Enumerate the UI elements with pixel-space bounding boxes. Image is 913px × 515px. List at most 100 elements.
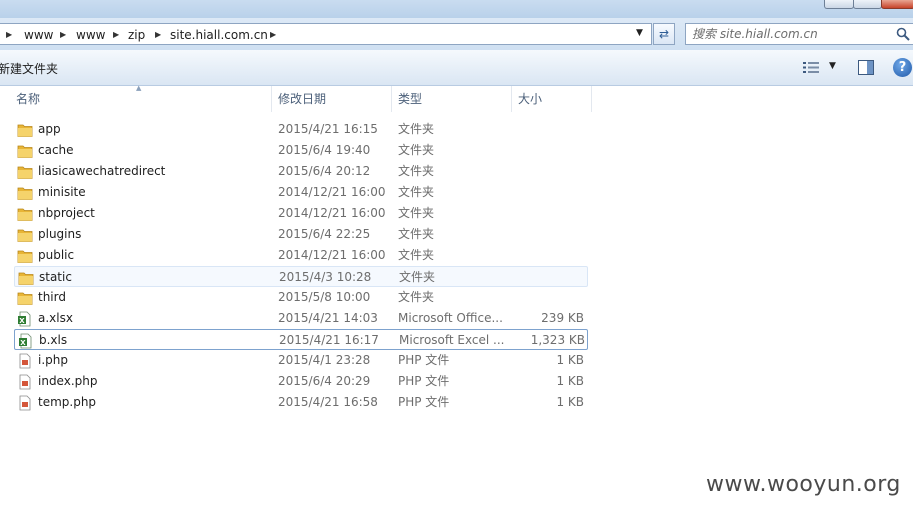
address-history-dropdown-icon[interactable]: ▼ [636, 28, 643, 38]
file-row[interactable]: nbproject 2014/12/21 16:00 文件夹 [14, 203, 588, 224]
svg-text:X: X [20, 339, 26, 347]
file-modified-date: 2015/6/4 22:25 [278, 227, 371, 241]
file-row[interactable]: static 2015/4/3 10:28 文件夹 [14, 266, 588, 287]
php-file-icon [17, 395, 33, 411]
file-row[interactable]: public 2014/12/21 16:00 文件夹 [14, 245, 588, 266]
breadcrumb-arrow-icon[interactable]: ▶ [270, 27, 276, 43]
view-options-icon[interactable] [803, 61, 819, 74]
file-modified-date: 2014/12/21 16:00 [278, 206, 386, 220]
file-row[interactable]: liasicawechatredirect 2015/6/4 20:12 文件夹 [14, 161, 588, 182]
help-icon[interactable]: ? [893, 58, 912, 77]
file-size [508, 245, 584, 266]
file-name: nbproject [38, 206, 95, 220]
svg-text:X: X [19, 317, 25, 325]
folder-icon [17, 248, 33, 264]
file-type: 文件夹 [398, 185, 435, 199]
refresh-icon: ⇄ [658, 27, 670, 41]
sort-ascending-icon: ▲ [136, 84, 142, 92]
folder-icon [17, 290, 33, 306]
file-modified-date: 2015/6/4 20:29 [278, 374, 371, 388]
search-icon[interactable] [896, 27, 910, 41]
file-name: minisite [38, 185, 86, 199]
file-name: temp.php [38, 395, 97, 409]
file-type: 文件夹 [399, 270, 436, 284]
file-size [508, 224, 584, 245]
file-row[interactable]: app 2015/4/21 16:15 文件夹 [14, 119, 588, 140]
file-modified-date: 2015/4/21 14:03 [278, 311, 378, 325]
file-size [508, 203, 584, 224]
breadcrumb-zip[interactable]: zip [128, 27, 145, 43]
php-file-icon [17, 353, 33, 369]
file-row[interactable]: cache 2015/6/4 19:40 文件夹 [14, 140, 588, 161]
file-modified-date: 2015/4/3 10:28 [279, 270, 372, 284]
file-name: cache [38, 143, 74, 157]
file-type: 文件夹 [398, 164, 435, 178]
file-type: 文件夹 [398, 227, 435, 241]
file-row[interactable]: index.php 2015/6/4 20:29 PHP 文件 1 KB [14, 371, 588, 392]
file-modified-date: 2015/6/4 19:40 [278, 143, 371, 157]
command-toolbar: 新建文件夹 ▼ ? [0, 50, 913, 86]
file-type: PHP 文件 [398, 395, 450, 409]
file-row[interactable]: minisite 2014/12/21 16:00 文件夹 [14, 182, 588, 203]
file-type: PHP 文件 [398, 353, 450, 367]
file-row[interactable]: plugins 2015/6/4 22:25 文件夹 [14, 224, 588, 245]
file-modified-date: 2015/4/21 16:17 [279, 333, 379, 347]
file-modified-date: 2014/12/21 16:00 [278, 248, 386, 262]
file-type: Microsoft Office... [398, 311, 503, 325]
folder-icon [17, 185, 33, 201]
file-type: 文件夹 [398, 122, 435, 136]
file-size [508, 119, 584, 140]
breadcrumb-arrow-icon[interactable]: ▶ [60, 27, 66, 43]
file-name: index.php [38, 374, 98, 388]
watermark-text: www.wooyun.org [706, 472, 901, 497]
file-type: PHP 文件 [398, 374, 450, 388]
column-header-size[interactable]: 大小 [512, 86, 592, 112]
excel-file-icon: X [17, 311, 33, 327]
file-size [508, 140, 584, 161]
window-title-bar [0, 0, 913, 18]
breadcrumb-arrow-icon[interactable]: ▶ [6, 27, 12, 43]
file-type: 文件夹 [398, 290, 435, 304]
refresh-button[interactable]: ⇄ [653, 23, 675, 45]
file-row[interactable]: Xa.xlsx 2015/4/21 14:03 Microsoft Office..… [14, 308, 588, 329]
breadcrumb-www-2[interactable]: www [76, 27, 105, 43]
breadcrumb-site[interactable]: site.hiall.com.cn [170, 27, 268, 43]
file-size [509, 267, 585, 288]
file-row[interactable]: i.php 2015/4/1 23:28 PHP 文件 1 KB [14, 350, 588, 371]
file-size: 1 KB [556, 374, 584, 388]
address-bar[interactable]: ▶ www ▶ www ▶ zip ▶ site.hiall.com.cn ▶ … [0, 23, 652, 45]
column-header-date[interactable]: 修改日期 [272, 86, 392, 112]
file-row[interactable]: temp.php 2015/4/21 16:58 PHP 文件 1 KB [14, 392, 588, 413]
search-input[interactable] [692, 26, 892, 42]
breadcrumb-arrow-icon[interactable]: ▶ [155, 27, 161, 43]
folder-icon [17, 143, 33, 159]
breadcrumb-www-1[interactable]: www [24, 27, 53, 43]
file-type: 文件夹 [398, 206, 435, 220]
file-size: 1 KB [556, 395, 584, 409]
file-name: a.xlsx [38, 311, 73, 325]
folder-icon [18, 270, 34, 286]
file-name: b.xls [39, 333, 68, 347]
file-name: third [38, 290, 66, 304]
search-box[interactable] [685, 23, 913, 45]
file-modified-date: 2015/4/21 16:58 [278, 395, 378, 409]
minimize-button[interactable] [824, 0, 854, 9]
column-header-type[interactable]: 类型 [392, 86, 512, 112]
breadcrumb-arrow-icon[interactable]: ▶ [113, 27, 119, 43]
view-dropdown-icon[interactable]: ▼ [829, 61, 836, 71]
file-row[interactable]: Xb.xls 2015/4/21 16:17 Microsoft Excel ...… [14, 329, 588, 350]
file-modified-date: 2014/12/21 16:00 [278, 185, 386, 199]
file-name: public [38, 248, 75, 262]
close-button[interactable] [881, 0, 913, 9]
file-name: static [39, 270, 72, 284]
file-type: Microsoft Excel ... [399, 333, 505, 347]
file-size [508, 161, 584, 182]
folder-icon [17, 164, 33, 180]
file-row[interactable]: third 2015/5/8 10:00 文件夹 [14, 287, 588, 308]
maximize-button[interactable] [853, 0, 882, 9]
preview-pane-icon[interactable] [858, 60, 874, 75]
file-name: plugins [38, 227, 82, 241]
excel-file-icon: X [18, 333, 34, 349]
file-modified-date: 2015/4/21 16:15 [278, 122, 378, 136]
new-folder-button[interactable]: 新建文件夹 [0, 60, 58, 77]
